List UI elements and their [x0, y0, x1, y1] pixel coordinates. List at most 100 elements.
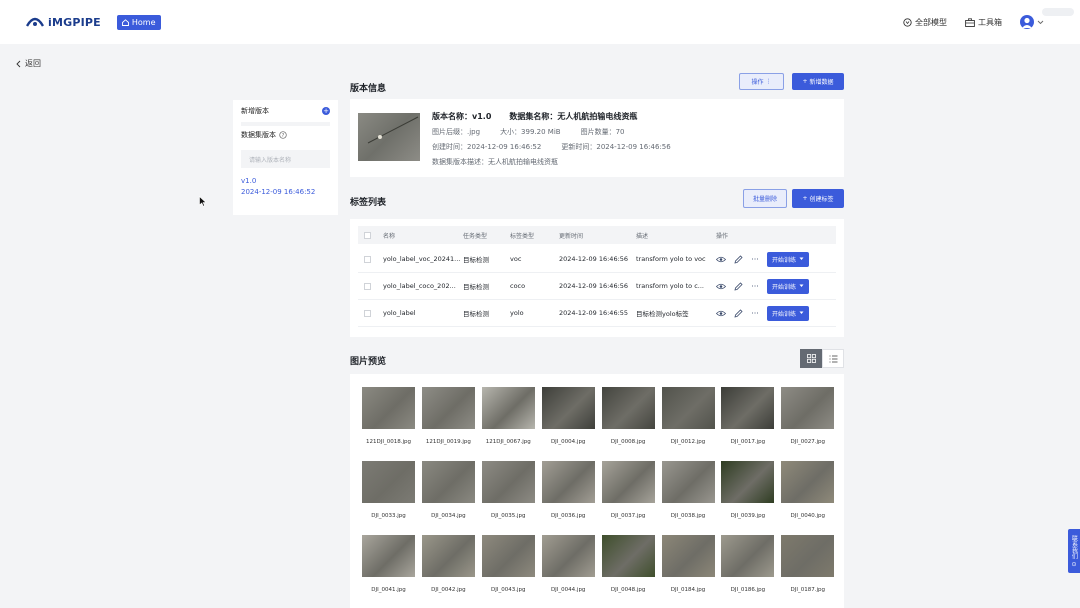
image-name: DJI_0035.jpg: [491, 513, 526, 519]
top-bar: iMGPIPE Home 全部模型 工具箱: [0, 0, 1080, 44]
all-models-label: 全部模型: [915, 17, 947, 27]
more-horizontal-icon[interactable]: ···: [750, 308, 760, 318]
toolbox-icon: [965, 17, 975, 27]
image-card[interactable]: 121DJI_0018.jpg: [362, 387, 415, 445]
caret-down-icon: [799, 284, 804, 287]
image-card[interactable]: DJI_0035.jpg: [481, 461, 535, 519]
edit-icon[interactable]: [733, 254, 743, 264]
user-menu[interactable]: [1020, 15, 1044, 29]
train-button[interactable]: 开始训练: [767, 305, 810, 321]
row-checkbox[interactable]: [364, 309, 371, 317]
image-card[interactable]: DJI_0004.jpg: [541, 387, 595, 445]
image-name: DJI_0036.jpg: [550, 513, 586, 519]
col-task: 任务类型: [463, 232, 488, 240]
help-icon: ?: [279, 131, 287, 139]
all-models-link[interactable]: 全部模型: [903, 17, 947, 28]
home-icon: [121, 18, 129, 26]
batch-delete-button[interactable]: 批量删除: [743, 189, 787, 208]
row-time: 2024-12-09 16:46:55: [559, 309, 629, 317]
home-button[interactable]: Home: [116, 14, 161, 30]
create-label-button[interactable]: + 创建标签: [792, 189, 844, 208]
image-name: DJI_0043.jpg: [491, 587, 526, 593]
eye-icon[interactable]: [716, 254, 726, 264]
image-card[interactable]: DJI_0036.jpg: [541, 461, 595, 519]
contact-us-label: 联系我们: [1070, 534, 1078, 559]
image-gallery: 121DJI_0018.jpg 121DJI_0019.jpg 121DJI_006…: [350, 374, 844, 608]
image-card[interactable]: DJI_0034.jpg: [421, 461, 475, 519]
edit-icon[interactable]: [733, 281, 743, 291]
train-label: 开始训练: [772, 310, 797, 318]
chevron-left-icon: [16, 60, 21, 67]
row-task: 目标检测: [463, 310, 489, 318]
row-checkbox[interactable]: [364, 255, 371, 263]
image-card[interactable]: DJI_0048.jpg: [601, 535, 655, 593]
image-name: DJI_0184.jpg: [670, 587, 706, 593]
col-ops: 操作: [716, 232, 729, 240]
image-name: DJI_0017.jpg: [730, 439, 766, 445]
version-sidebar: 新增版本 + 数据集版本 ? 请输入版本名称 v1.0 2024-12-09 1…: [233, 100, 338, 215]
table-header: 名称 任务类型 标签类型 更新时间 描述 操作: [358, 226, 836, 244]
image-card[interactable]: DJI_0039.jpg: [721, 461, 775, 519]
edit-icon[interactable]: [733, 308, 743, 318]
new-data-button[interactable]: + 新增数据: [792, 73, 844, 90]
train-label: 开始训练: [772, 256, 797, 264]
preview-title: 图片预览: [350, 357, 387, 367]
image-card[interactable]: DJI_0040.jpg: [781, 461, 835, 519]
svg-text:?: ?: [282, 133, 285, 139]
image-thumbnail: [661, 387, 715, 429]
logo-icon: [26, 17, 44, 27]
row-desc: transform yolo to c...: [636, 282, 704, 290]
list-view-button[interactable]: [822, 349, 844, 368]
image-name: DJI_0027.jpg: [790, 439, 826, 445]
table-row: yolo_label_voc_20241... 目标检测 voc 2024-12…: [358, 246, 836, 273]
image-card[interactable]: DJI_0187.jpg: [781, 535, 835, 593]
select-all-checkbox[interactable]: [364, 231, 371, 239]
logo[interactable]: iMGPIPE: [26, 15, 101, 29]
image-thumbnail: [481, 535, 535, 577]
grid-view-button[interactable]: [800, 349, 822, 368]
image-card[interactable]: DJI_0008.jpg: [601, 387, 655, 445]
contact-us-button[interactable]: 联系我们 ⊙: [1068, 529, 1080, 573]
new-data-label: 新增数据: [809, 79, 834, 86]
new-version-row[interactable]: 新增版本 +: [233, 100, 338, 122]
image-card[interactable]: DJI_0037.jpg: [601, 461, 655, 519]
avatar: [1020, 15, 1034, 29]
image-card[interactable]: DJI_0027.jpg: [781, 387, 835, 445]
train-button[interactable]: 开始训练: [767, 278, 810, 294]
image-card[interactable]: DJI_0038.jpg: [661, 461, 715, 519]
image-card[interactable]: DJI_0044.jpg: [541, 535, 595, 593]
row-checkbox[interactable]: [364, 282, 371, 290]
back-button[interactable]: 返回: [16, 58, 41, 69]
dataset-version-label: 数据集版本: [241, 131, 276, 139]
image-card[interactable]: DJI_0041.jpg: [362, 535, 415, 593]
row-task: 目标检测: [463, 256, 489, 264]
image-card[interactable]: DJI_0186.jpg: [721, 535, 775, 593]
image-card[interactable]: DJI_0012.jpg: [661, 387, 715, 445]
eye-icon[interactable]: [716, 308, 726, 318]
more-horizontal-icon[interactable]: ···: [750, 281, 760, 291]
toolbox-link[interactable]: 工具箱: [965, 17, 1002, 28]
image-card[interactable]: DJI_0017.jpg: [721, 387, 775, 445]
train-button[interactable]: 开始训练: [767, 251, 810, 267]
ops-button[interactable]: 操作 ⋮: [739, 73, 784, 90]
home-label: Home: [131, 17, 156, 27]
image-name: DJI_0008.jpg: [610, 439, 646, 445]
more-horizontal-icon[interactable]: ···: [750, 254, 760, 264]
image-thumbnail: [781, 387, 835, 429]
image-card[interactable]: 121DJI_0067.jpg: [481, 387, 535, 445]
version-item[interactable]: v1.0 2024-12-09 16:46:52: [241, 176, 330, 198]
image-card[interactable]: DJI_0184.jpg: [661, 535, 715, 593]
image-card[interactable]: DJI_0033.jpg: [362, 461, 415, 519]
updated-field: 更新时间：2024-12-09 16:46:56: [561, 143, 671, 151]
plus-icon[interactable]: +: [322, 107, 330, 115]
image-card[interactable]: 121DJI_0019.jpg: [421, 387, 475, 445]
image-thumbnail: [661, 461, 715, 503]
eye-icon[interactable]: [716, 281, 726, 291]
image-card[interactable]: DJI_0042.jpg: [421, 535, 475, 593]
image-thumbnail: [781, 461, 835, 503]
col-desc: 描述: [636, 232, 649, 240]
version-search-input[interactable]: 请输入版本名称: [241, 150, 330, 168]
version-time: 2024-12-09 16:46:52: [241, 188, 316, 196]
model-icon: [903, 17, 912, 27]
image-card[interactable]: DJI_0043.jpg: [481, 535, 535, 593]
